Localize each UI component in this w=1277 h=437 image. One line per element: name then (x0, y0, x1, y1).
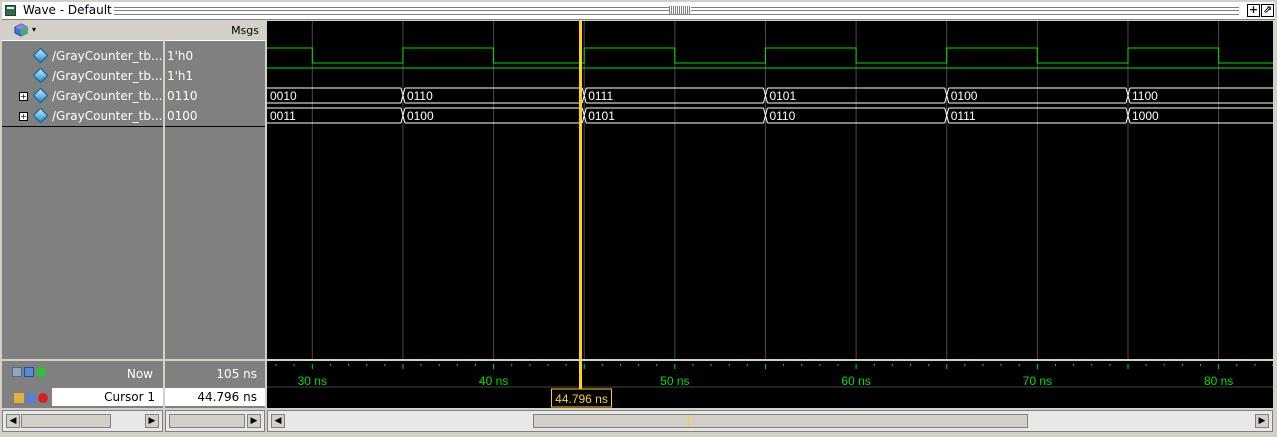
clk-waveform (267, 47, 1273, 64)
values-hscrollbar[interactable]: ▶ (165, 410, 265, 432)
expand-plus-icon[interactable]: + (19, 112, 28, 121)
signal-value-text: 0100 (167, 109, 198, 123)
time-tick-label: 50 ns (660, 374, 689, 388)
cursor-name-field[interactable]: Cursor 1 (52, 388, 163, 406)
names-hscrollbar[interactable]: ◀ ▶ (2, 410, 163, 432)
signal-diamond-icon (32, 87, 49, 104)
cursor-time-label: 44.796 ns (555, 392, 608, 406)
now-label: Now (126, 367, 153, 381)
now-value: 105 ns (216, 367, 257, 381)
signal-value-text: 0110 (167, 89, 198, 103)
pencil-icon[interactable] (26, 393, 36, 403)
timeline-canvas[interactable]: 30 ns 40 ns 50 ns 60 ns 70 ns 80 ns 44.796 ns (267, 361, 1274, 408)
time-tick-label: 40 ns (479, 374, 508, 388)
names-scroll-thumb[interactable] (21, 414, 111, 428)
bus-b-value-label: 0111 (951, 109, 976, 123)
signal-row-selected[interactable]: + /GrayCounter_tb... (2, 106, 163, 127)
bus-a-value-label: 0010 (270, 89, 297, 103)
signal-row[interactable]: /GrayCounter_tb... (2, 66, 163, 86)
cube-toolbar-icon[interactable] (14, 23, 28, 37)
cursor-values-pane: 105 ns 44.796 ns (165, 361, 265, 408)
bus-a-value-label: 0110 (407, 89, 433, 103)
time-tick-label: 80 ns (1204, 374, 1233, 388)
cursor-value: 44.796 ns (197, 390, 257, 404)
wave-hscrollbar[interactable]: ◀ ▶ (267, 410, 1273, 432)
wave-window-icon (5, 5, 16, 16)
bus-b-value-label: 0100 (407, 109, 434, 123)
signal-diamond-icon (32, 67, 49, 84)
now-toolbar-icons (12, 367, 52, 379)
signal-name: /GrayCounter_tb... (52, 89, 163, 103)
title-bar[interactable]: Wave - Default + ⇗ (2, 2, 1275, 20)
wave-scroll-thumb[interactable] (533, 414, 1028, 428)
delete-cursor-icon[interactable] (38, 393, 48, 403)
bus-a-value-label: 0101 (769, 89, 796, 103)
time-tick-label: 60 ns (841, 374, 870, 388)
cursor-toolbar-icons (12, 393, 52, 405)
undock-icon[interactable]: ⇗ (1261, 4, 1274, 17)
signal-value-text: 1'h1 (167, 69, 194, 83)
monitor-icon[interactable] (12, 367, 22, 377)
values-scroll-thumb[interactable] (169, 414, 245, 428)
expand-plus-icon[interactable]: + (19, 92, 28, 101)
lock-icon[interactable] (14, 393, 24, 403)
bus-b-value-label: 1000 (1132, 109, 1159, 123)
names-header: ▾ (2, 21, 163, 41)
timeline-pane[interactable]: 30 ns 40 ns 50 ns 60 ns 70 ns 80 ns 44.796 ns (267, 361, 1274, 408)
scroll-right-icon[interactable]: ▶ (1255, 414, 1269, 428)
signal-values-pane: Msgs 1'h0 1'h1 0110 0100 (165, 21, 265, 359)
waveform-canvas[interactable]: 0010 0110 0111 0101 0100 1100 0011 0100 0101 0110… (267, 21, 1273, 359)
signal-value: 0100 (165, 106, 265, 127)
time-tick-label: 30 ns (298, 374, 327, 388)
window-icon[interactable] (24, 367, 34, 377)
msgs-header-label: Msgs (231, 24, 259, 37)
signal-name: /GrayCounter_tb... (52, 69, 163, 83)
signal-diamond-icon (32, 107, 49, 124)
bus-b-value-label: 0011 (270, 109, 296, 123)
signal-value: 0110 (165, 86, 265, 106)
cursor-names-pane: Now Cursor 1 (2, 361, 163, 408)
window-title: Wave - Default (23, 3, 112, 17)
add-cursor-icon[interactable] (36, 367, 46, 377)
signal-value-text: 1'h0 (167, 49, 194, 63)
wave-window: Wave - Default + ⇗ ▾ /GrayCounter_tb... … (0, 0, 1277, 437)
bus-a-value-label: 0111 (588, 89, 613, 103)
signal-names-pane: ▾ /GrayCounter_tb... /GrayCounter_tb... … (2, 21, 163, 359)
cursor-marker (688, 415, 689, 427)
cursor-value-field[interactable]: 44.796 ns (165, 388, 265, 406)
signal-row[interactable]: + /GrayCounter_tb... (2, 86, 163, 106)
bus-b-value-label: 0101 (588, 109, 615, 123)
bus-b-value-label: 0110 (769, 109, 795, 123)
dropdown-arrow-icon[interactable]: ▾ (32, 25, 36, 34)
signal-name: /GrayCounter_tb... (52, 109, 163, 123)
time-tick-label: 70 ns (1023, 374, 1052, 388)
signal-row[interactable]: /GrayCounter_tb... (2, 46, 163, 66)
scroll-left-icon[interactable]: ◀ (6, 414, 20, 428)
signal-diamond-icon (32, 47, 49, 64)
signal-name: /GrayCounter_tb... (52, 49, 163, 63)
scroll-right-icon[interactable]: ▶ (247, 414, 261, 428)
titlebar-grip-handle[interactable] (669, 6, 691, 14)
bus-a-value-label: 1100 (1132, 89, 1158, 103)
signal-value: 1'h1 (165, 66, 265, 86)
add-pane-icon[interactable]: + (1247, 4, 1260, 17)
bus-a-value-label: 0100 (951, 89, 978, 103)
values-header: Msgs (165, 21, 265, 41)
signal-value: 1'h0 (165, 46, 265, 66)
scroll-right-icon[interactable]: ▶ (145, 414, 159, 428)
cursor-name: Cursor 1 (104, 390, 155, 404)
waveform-pane[interactable]: 0010 0110 0111 0101 0100 1100 0011 0100 0101 0110… (267, 21, 1273, 359)
right-edge (1273, 21, 1277, 431)
scroll-left-icon[interactable]: ◀ (271, 414, 285, 428)
